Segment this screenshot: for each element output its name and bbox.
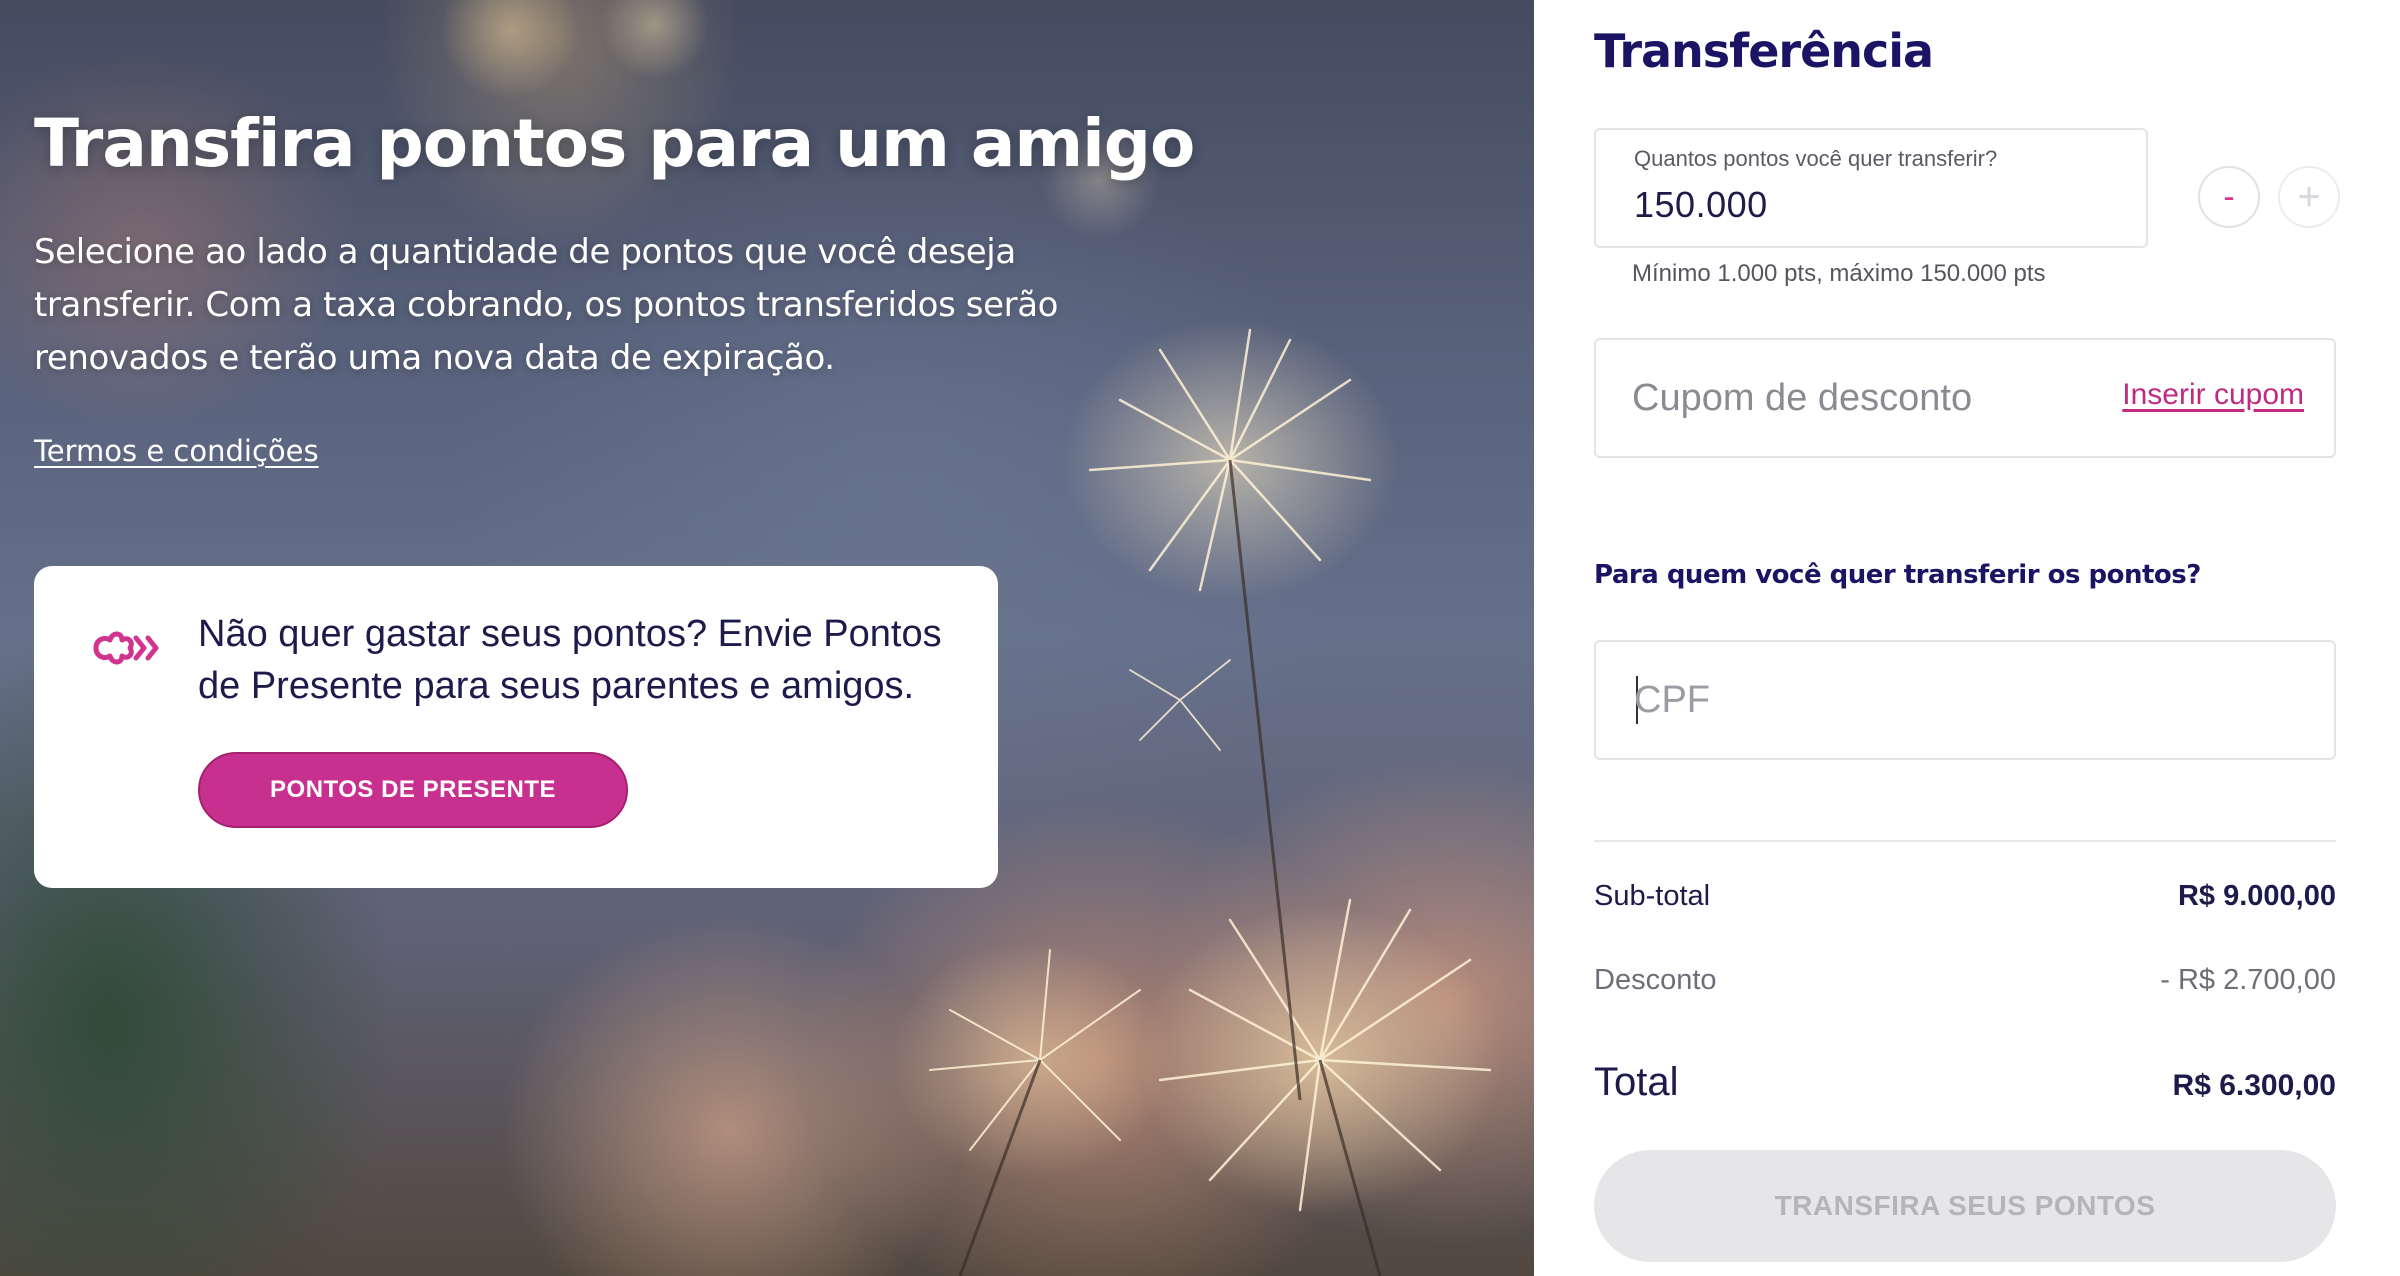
recipient-heading: Para quem você quer transferir os pontos… [1594,560,2201,590]
gift-points-card: Não quer gastar seus pontos? Envie Ponto… [34,566,998,888]
transfer-points-button[interactable]: TRANSFIRA SEUS PONTOS [1594,1150,2336,1262]
points-field[interactable]: Quantos pontos você quer transferir? 150… [1594,128,2148,248]
hero-description: Selecione ao lado a quantidade de pontos… [34,232,1059,378]
subtotal-row: Sub-total R$ 9.000,00 [1594,880,2336,913]
decrement-points-button[interactable]: - [2198,166,2260,228]
bokeh-light [440,0,580,100]
hero-banner: Transfira pontos para um amigo Selecione… [0,0,1534,1276]
minus-icon: - [2223,178,2235,216]
transfer-title: Transferência [1594,24,1934,78]
total-value: R$ 6.300,00 [2172,1069,2336,1102]
total-row: Total R$ 6.300,00 [1594,1060,2336,1105]
coupon-field: Inserir cupom [1594,338,2336,458]
bokeh-light [600,0,710,80]
subtotal-label: Sub-total [1594,880,1711,912]
total-label: Total [1594,1060,1679,1104]
terms-link[interactable]: Termos e condições [34,434,319,468]
cpf-input[interactable] [1634,672,2274,728]
transfer-panel: Transferência Quantos pontos você quer t… [1534,0,2400,1276]
gift-points-text: Não quer gastar seus pontos? Envie Ponto… [198,613,942,707]
discount-value: - R$ 2.700,00 [2160,964,2336,996]
points-field-value[interactable]: 150.000 [1634,184,1768,226]
summary-divider [1594,840,2336,842]
cpf-field [1594,640,2336,760]
points-field-label: Quantos pontos você quer transferir? [1634,146,1998,171]
subtotal-value: R$ 9.000,00 [2177,880,2336,912]
discount-row: Desconto - R$ 2.700,00 [1594,964,2336,997]
increment-points-button[interactable]: + [2278,166,2340,228]
insert-coupon-link[interactable]: Inserir cupom [2122,378,2304,412]
hero-title: Transfira pontos para um amigo [34,105,1195,182]
plus-icon: + [2297,175,2321,219]
coupon-input[interactable] [1632,370,2112,426]
gift-points-arrow-icon [93,631,159,665]
points-range-hint: Mínimo 1.000 pts, máximo 150.000 pts [1632,260,2046,287]
gift-points-button[interactable]: PONTOS DE PRESENTE [198,752,628,828]
discount-label: Desconto [1594,964,1717,996]
